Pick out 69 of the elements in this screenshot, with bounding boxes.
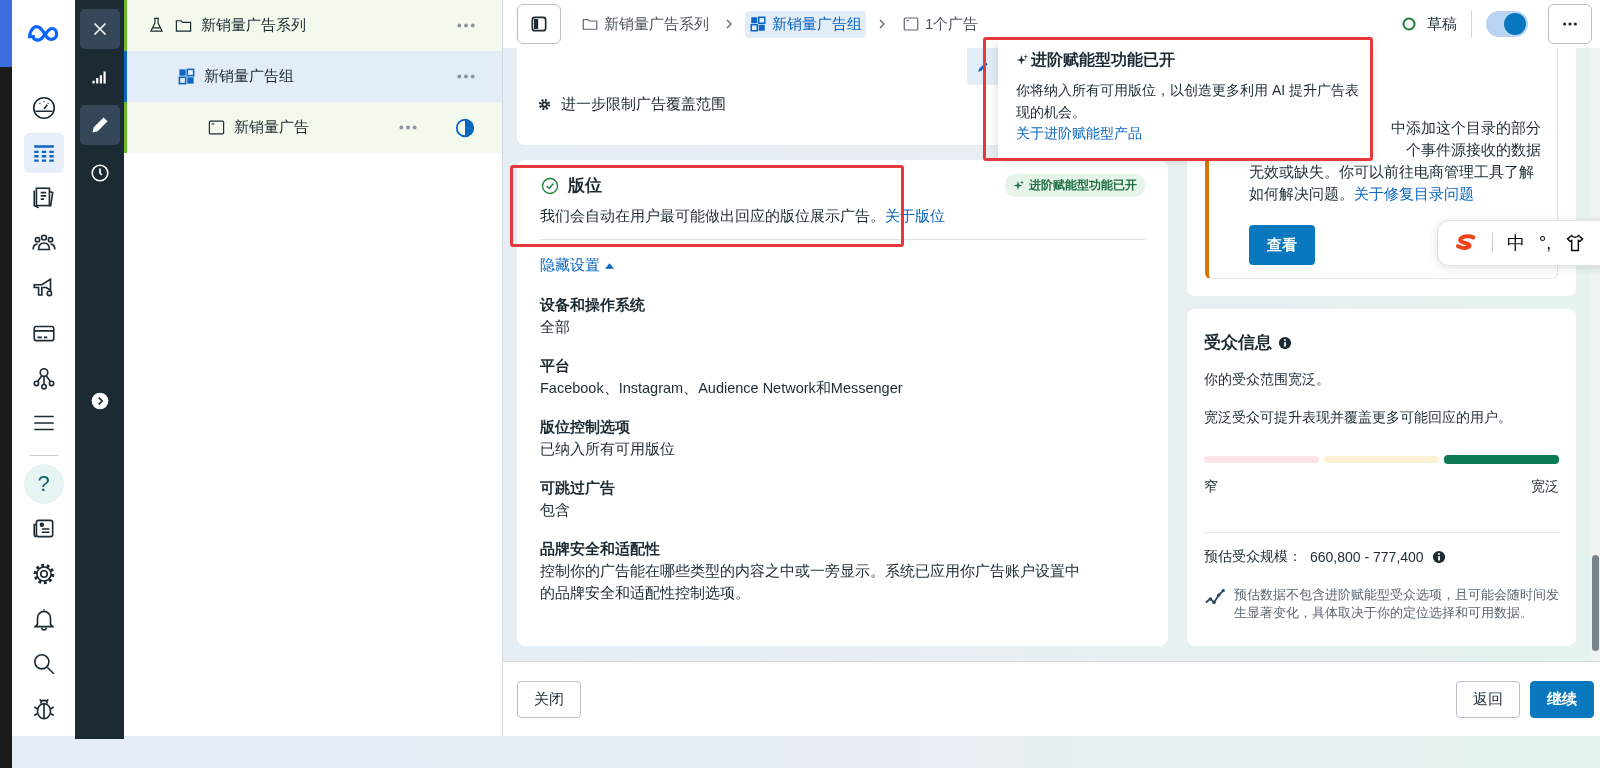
popover-text: 你将纳入所有可用版位，以创造更多利用 AI 提升广告表现的机会。 [1016, 81, 1360, 122]
advantage-link[interactable]: 关于进阶赋能型产品 [1016, 125, 1142, 141]
close-icon[interactable] [79, 9, 120, 49]
setting-label: 品牌安全和适配性 [540, 540, 661, 559]
more-icon[interactable] [398, 124, 418, 131]
s-logo-icon[interactable] [1454, 233, 1478, 253]
fix-catalog-link[interactable]: 关于修复目录问题 [1354, 186, 1474, 202]
setting-label: 可跳过广告 [540, 479, 616, 498]
setting-label: 平台 [540, 357, 571, 376]
setting-label: 版位控制选项 [540, 418, 631, 437]
window-icon [902, 15, 920, 33]
audience-text: 你的受众范围宽泛。 [1204, 370, 1331, 389]
section-title: 版位 [568, 175, 602, 197]
tree-item[interactable]: 新销量广告组 [124, 51, 502, 102]
pencil-icon[interactable] [79, 105, 120, 145]
tree-item[interactable]: 新销量广告 [124, 102, 502, 153]
shirt-icon[interactable] [1565, 233, 1586, 253]
info-icon[interactable] [1278, 335, 1292, 350]
check-circle-icon [540, 175, 560, 196]
half-circle-icon [454, 116, 476, 139]
ime-mode-button[interactable]: °, [1539, 232, 1552, 254]
sparkle-icon [1016, 54, 1029, 67]
tree-item[interactable]: 新销量广告系列 [124, 0, 502, 51]
more-icon[interactable] [456, 22, 476, 29]
grid-icon [749, 15, 767, 33]
feature-badge: 进阶赋能型功能已开 [1005, 174, 1145, 197]
setting-value: 包含 [540, 501, 571, 520]
breadcrumb-item[interactable]: 新销量广告组 [745, 10, 866, 38]
size-value: 660,800 - 777,400 [1310, 549, 1424, 565]
scrollbar[interactable] [1591, 48, 1600, 661]
window-icon [207, 118, 226, 137]
sidebar-toggle-button[interactable] [517, 4, 561, 44]
meter-label: 窄 [1204, 478, 1218, 496]
ime-mode-button[interactable]: 中 [1507, 231, 1525, 255]
table-icon[interactable] [23, 133, 64, 173]
warning-text: 个事件源接收的数据 [1405, 141, 1541, 160]
sidebar-icon [529, 14, 549, 34]
footer-button[interactable]: 关闭 [517, 680, 581, 718]
view-button[interactable]: 查看 [1249, 225, 1315, 265]
warning-text: 无效或缺失。你可以前往电商管理工具了解如何解决问题。关于修复目录问题 [1249, 163, 1535, 204]
toggle-switch[interactable] [1486, 11, 1528, 37]
flask-icon [147, 16, 166, 35]
expand-chevron-icon[interactable] [89, 391, 110, 411]
info-icon[interactable] [1431, 550, 1446, 564]
meter-label: 宽泛 [1531, 478, 1559, 496]
grid-icon [177, 67, 196, 86]
audience-text: 宽泛受众可提升表现并覆盖更多可能回应的用户。 [1204, 408, 1513, 427]
continue-button[interactable]: 继续 [1530, 680, 1594, 718]
setting-value: 已纳入所有可用版位 [540, 440, 676, 459]
status-label: 草稿 [1427, 14, 1457, 34]
setting-link[interactable]: 进一步限制广告覆盖范围 [561, 95, 726, 114]
warning-text: 中添加这个目录的部分 [1390, 119, 1541, 138]
breadcrumb-item[interactable]: 1个广告 [898, 10, 983, 38]
footer-button[interactable]: 返回 [1456, 680, 1520, 718]
gear-icon [537, 97, 552, 112]
size-label: 预估受众规模： [1204, 548, 1302, 566]
note-text: 预估数据不包含进阶赋能型受众选项，且可能会随时间发生显著变化，具体取决于你的定位选择和可用数据。 [1234, 586, 1559, 622]
more-icon [1562, 21, 1578, 27]
hide-settings-link[interactable]: 隐藏设置 [540, 256, 614, 275]
setting-value: 控制你的广告能在哪些类型的内容之中或一旁显示。系统已应用你广告账户设置中的品牌安全和适配性控制选项。 [540, 562, 1081, 603]
setting-value: Facebook、Instagram、Audience Network和Messenger [540, 379, 904, 398]
setting-value: 全部 [540, 318, 571, 337]
more-icon[interactable] [456, 73, 476, 80]
breadcrumb-item[interactable]: 新销量广告系列 [577, 10, 713, 38]
popover-title: 进阶赋能型功能已开 [1031, 50, 1175, 70]
status-ring-icon [1401, 16, 1417, 32]
help-button[interactable]: ? [23, 464, 64, 504]
setting-label: 设备和操作系统 [540, 296, 646, 315]
card-title: 受众信息 [1204, 332, 1272, 354]
